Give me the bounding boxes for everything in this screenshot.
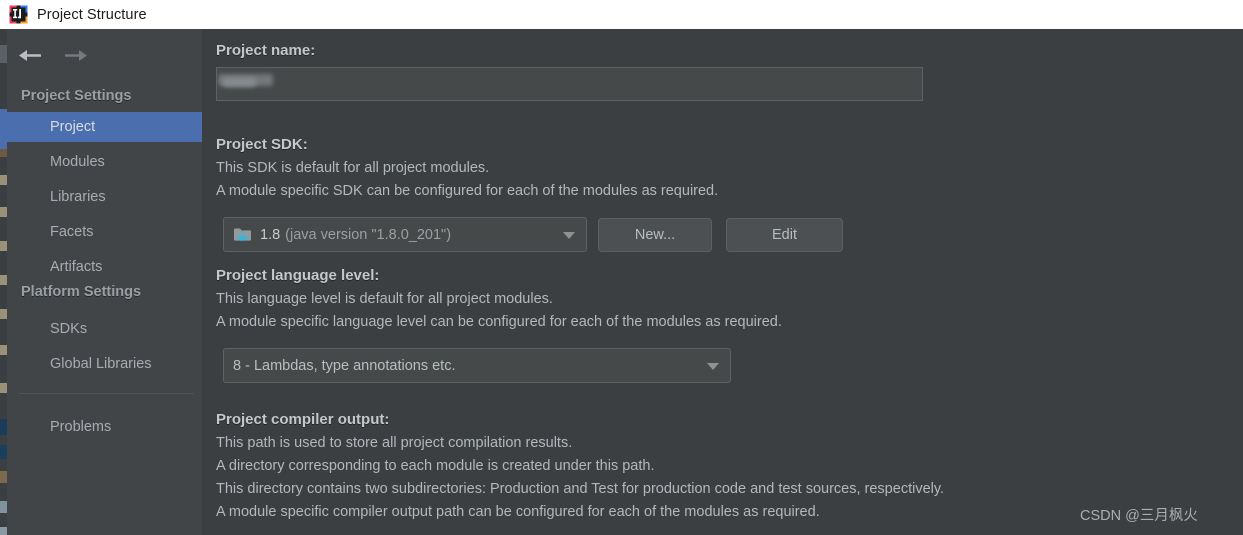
project-sdk-combobox[interactable]: 1.8 (java version "1.8.0_201") xyxy=(223,217,587,252)
redaction-overlay-secondary xyxy=(223,78,256,87)
intellij-idea-icon xyxy=(9,5,28,24)
sidebar-item-modules[interactable]: Modules xyxy=(7,147,202,177)
arrow-right-icon xyxy=(63,48,89,63)
title-bar: Project Structure xyxy=(0,0,1243,29)
sidebar-item-label: Modules xyxy=(50,154,105,170)
project-name-input[interactable] xyxy=(216,67,923,101)
sidebar-item-project[interactable]: Project xyxy=(7,112,202,142)
project-structure-dialog: Project Structure xyxy=(0,0,1243,535)
sidebar-item-global-libraries[interactable]: Global Libraries xyxy=(7,349,202,379)
background-window-edge xyxy=(0,29,7,535)
project-settings-panel: Project name: Project SDK: This SDK is d… xyxy=(202,29,1243,535)
sidebar-item-label: Artifacts xyxy=(50,259,102,275)
language-level-combobox[interactable]: 8 - Lambdas, type annotations etc. xyxy=(223,348,731,383)
sidebar-item-label: SDKs xyxy=(50,321,87,337)
csdn-watermark: CSDN @三月枫火 xyxy=(1080,504,1198,525)
sidebar-group-project-settings: Project Settings xyxy=(21,88,131,104)
sidebar-item-label: Facets xyxy=(50,224,94,240)
language-level-description-line-1: This language level is default for all p… xyxy=(216,291,553,307)
sidebar-item-label: Project xyxy=(50,119,95,135)
sidebar-item-artifacts[interactable]: Artifacts xyxy=(7,252,202,282)
sidebar-item-facets[interactable]: Facets xyxy=(7,217,202,247)
sidebar-divider xyxy=(19,393,194,394)
back-button[interactable] xyxy=(13,41,47,69)
sidebar-item-label: Problems xyxy=(50,419,111,435)
new-sdk-button[interactable]: New... xyxy=(598,218,712,252)
chevron-down-icon[interactable] xyxy=(707,363,719,370)
sidebar-item-libraries[interactable]: Libraries xyxy=(7,182,202,212)
compiler-output-description-line-4: A module specific compiler output path c… xyxy=(216,504,820,520)
new-sdk-button-label: New... xyxy=(635,227,675,243)
project-sdk-detail: (java version "1.8.0_201") xyxy=(285,227,451,243)
sidebar-item-label: Global Libraries xyxy=(50,356,152,372)
project-sdk-description-line-1: This SDK is default for all project modu… xyxy=(216,160,489,176)
language-level-description-line-2: A module specific language level can be … xyxy=(216,314,782,330)
settings-sidebar: Project Settings Project Modules Librari… xyxy=(7,29,202,535)
project-sdk-version: 1.8 xyxy=(260,227,280,243)
language-level-value: 8 - Lambdas, type annotations etc. xyxy=(233,358,455,374)
edit-sdk-button-label: Edit xyxy=(772,227,797,243)
navigation-arrows xyxy=(13,41,113,69)
edit-sdk-button[interactable]: Edit xyxy=(726,218,843,252)
arrow-left-icon xyxy=(17,48,43,63)
project-name-label: Project name: xyxy=(216,42,315,59)
sidebar-item-problems[interactable]: Problems xyxy=(7,412,202,442)
compiler-output-description-line-1: This path is used to store all project c… xyxy=(216,435,572,451)
language-level-label: Project language level: xyxy=(216,267,379,284)
project-sdk-label: Project SDK: xyxy=(216,136,308,153)
compiler-output-description-line-2: A directory corresponding to each module… xyxy=(216,458,654,474)
forward-button[interactable] xyxy=(59,41,93,69)
project-sdk-description-line-2: A module specific SDK can be configured … xyxy=(216,183,718,199)
sidebar-item-label: Libraries xyxy=(50,189,106,205)
sidebar-group-platform-settings: Platform Settings xyxy=(21,284,141,300)
window-title: Project Structure xyxy=(37,7,147,23)
compiler-output-label: Project compiler output: xyxy=(216,411,389,428)
compiler-output-description-line-3: This directory contains two subdirectori… xyxy=(216,481,944,497)
sidebar-item-sdks[interactable]: SDKs xyxy=(7,314,202,344)
java-sdk-folder-icon xyxy=(233,226,253,243)
chevron-down-icon[interactable] xyxy=(563,232,575,239)
